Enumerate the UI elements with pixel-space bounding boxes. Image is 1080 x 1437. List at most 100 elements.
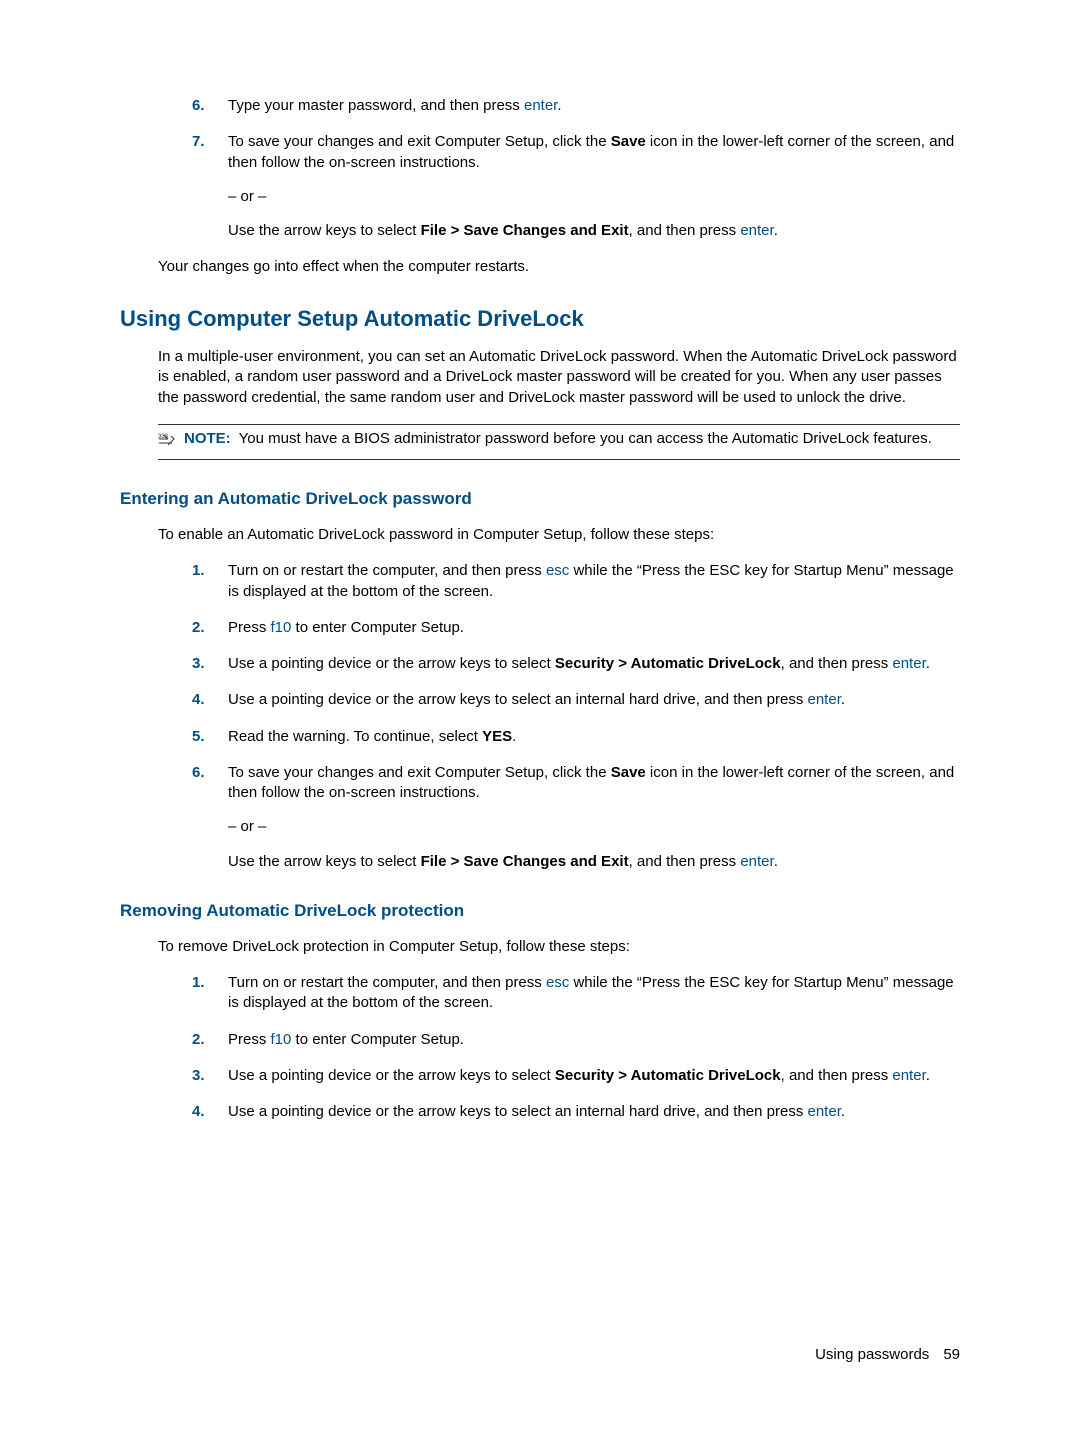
remove-step-2: 2. Press f10 to enter Computer Setup. — [192, 1030, 960, 1050]
note-body: You must have a BIOS administrator passw… — [239, 430, 932, 447]
key-enter: enter — [740, 222, 773, 239]
remove-step-3: 3. Use a pointing device or the arrow ke… — [192, 1066, 960, 1086]
key-f10: f10 — [271, 1031, 292, 1048]
text: To save your changes and exit Computer S… — [228, 133, 611, 150]
text: . — [841, 691, 845, 708]
text: . — [926, 655, 930, 672]
step-number: 6. — [192, 763, 228, 872]
step-body: Turn on or restart the computer, and the… — [228, 561, 960, 602]
enter-step-4: 4. Use a pointing device or the arrow ke… — [192, 690, 960, 710]
step-body: Use a pointing device or the arrow keys … — [228, 1102, 960, 1122]
or-line: – or – — [228, 817, 960, 837]
step-number: 1. — [192, 973, 228, 1014]
closing-sentence: Your changes go into effect when the com… — [158, 257, 960, 277]
step-number: 5. — [192, 727, 228, 747]
page: 6. Type your master password, and then p… — [0, 0, 1080, 1437]
key-enter: enter — [524, 97, 557, 114]
text: Read the warning. To continue, select — [228, 728, 482, 745]
text: Press — [228, 619, 271, 636]
step-6: 6. Type your master password, and then p… — [192, 96, 960, 116]
bold-path: Security > Automatic DriveLock — [555, 655, 781, 672]
or-line: – or – — [228, 187, 960, 207]
footer-section: Using passwords — [815, 1346, 929, 1363]
heading-2-remove: Removing Automatic DriveLock protection — [120, 900, 960, 923]
key-enter: enter — [740, 853, 773, 870]
key-esc: esc — [546, 562, 569, 579]
step-body: Use a pointing device or the arrow keys … — [228, 1066, 960, 1086]
text: Use a pointing device or the arrow keys … — [228, 1067, 555, 1084]
note-box: 333 NOTE: You must have a BIOS administra… — [158, 424, 960, 460]
enter-step-3: 3. Use a pointing device or the arrow ke… — [192, 654, 960, 674]
note-label: NOTE: — [184, 430, 231, 447]
enter-step-5: 5. Read the warning. To continue, select… — [192, 727, 960, 747]
text: Use a pointing device or the arrow keys … — [228, 1103, 808, 1120]
text: . — [557, 97, 561, 114]
remove-step-1: 1. Turn on or restart the computer, and … — [192, 973, 960, 1014]
enter-intro: To enable an Automatic DriveLock passwor… — [158, 525, 960, 545]
step-body: To save your changes and exit Computer S… — [228, 763, 960, 872]
text: . — [774, 222, 778, 239]
step-body: Use a pointing device or the arrow keys … — [228, 690, 960, 710]
page-footer: Using passwords 59 — [815, 1345, 960, 1365]
key-f10: f10 — [271, 619, 292, 636]
key-esc: esc — [546, 974, 569, 991]
enter-step-1: 1. Turn on or restart the computer, and … — [192, 561, 960, 602]
step-body: Read the warning. To continue, select YE… — [228, 727, 960, 747]
note-icon: 333 — [158, 431, 180, 453]
text: Use a pointing device or the arrow keys … — [228, 691, 808, 708]
text: . — [926, 1067, 930, 1084]
bold-path: File > Save Changes and Exit — [421, 853, 629, 870]
key-enter: enter — [808, 1103, 841, 1120]
text: Press — [228, 1031, 271, 1048]
bold-path: Security > Automatic DriveLock — [555, 1067, 781, 1084]
bold-yes: YES — [482, 728, 512, 745]
step-number: 1. — [192, 561, 228, 602]
step-body: Turn on or restart the computer, and the… — [228, 973, 960, 1014]
text: Type your master password, and then pres… — [228, 97, 524, 114]
key-enter: enter — [892, 1067, 925, 1084]
step-7: 7. To save your changes and exit Compute… — [192, 132, 960, 241]
alt-instruction: Use the arrow keys to select File > Save… — [228, 221, 960, 241]
text: To save your changes and exit Computer S… — [228, 764, 611, 781]
bold-save: Save — [611, 133, 646, 150]
heading-2-enter: Entering an Automatic DriveLock password — [120, 488, 960, 511]
step-number: 4. — [192, 690, 228, 710]
step-body: To save your changes and exit Computer S… — [228, 132, 960, 241]
enter-step-2: 2. Press f10 to enter Computer Setup. — [192, 618, 960, 638]
text: to enter Computer Setup. — [291, 619, 464, 636]
step-number: 7. — [192, 132, 228, 241]
text: Turn on or restart the computer, and the… — [228, 974, 546, 991]
remove-step-4: 4. Use a pointing device or the arrow ke… — [192, 1102, 960, 1122]
note-text: NOTE: You must have a BIOS administrator … — [184, 429, 960, 449]
continuation-steps: 6. Type your master password, and then p… — [192, 96, 960, 241]
bold-save: Save — [611, 764, 646, 781]
step-number: 3. — [192, 1066, 228, 1086]
remove-intro: To remove DriveLock protection in Comput… — [158, 937, 960, 957]
step-body: Press f10 to enter Computer Setup. — [228, 1030, 960, 1050]
footer-page-number: 59 — [943, 1346, 960, 1363]
text: Use the arrow keys to select — [228, 222, 421, 239]
alt-instruction: Use the arrow keys to select File > Save… — [228, 852, 960, 872]
text: . — [512, 728, 516, 745]
text: Use the arrow keys to select — [228, 853, 421, 870]
text: , and then press — [629, 853, 741, 870]
step-number: 2. — [192, 1030, 228, 1050]
remove-steps: 1. Turn on or restart the computer, and … — [192, 973, 960, 1122]
bold-path: File > Save Changes and Exit — [421, 222, 629, 239]
step-body: Press f10 to enter Computer Setup. — [228, 618, 960, 638]
step-body: Type your master password, and then pres… — [228, 96, 960, 116]
enter-steps: 1. Turn on or restart the computer, and … — [192, 561, 960, 872]
step-number: 3. — [192, 654, 228, 674]
text: , and then press — [781, 655, 893, 672]
text: . — [774, 853, 778, 870]
text: to enter Computer Setup. — [291, 1031, 464, 1048]
text: Turn on or restart the computer, and the… — [228, 562, 546, 579]
text: , and then press — [781, 1067, 893, 1084]
enter-step-6: 6. To save your changes and exit Compute… — [192, 763, 960, 872]
step-number: 6. — [192, 96, 228, 116]
step-number: 2. — [192, 618, 228, 638]
text: , and then press — [629, 222, 741, 239]
heading-1: Using Computer Setup Automatic DriveLock — [120, 304, 960, 334]
text: Use a pointing device or the arrow keys … — [228, 655, 555, 672]
step-number: 4. — [192, 1102, 228, 1122]
